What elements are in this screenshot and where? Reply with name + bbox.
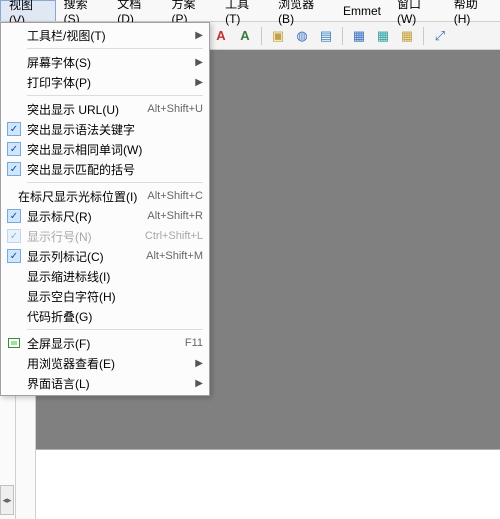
check-icon bbox=[5, 121, 23, 137]
menu-project[interactable]: 方案(P) bbox=[163, 0, 217, 21]
menu-icon-placeholder bbox=[5, 268, 23, 284]
menu-separator bbox=[27, 95, 203, 96]
menu-separator bbox=[27, 182, 203, 183]
menu-window[interactable]: 窗口(W) bbox=[389, 0, 446, 21]
menu-separator bbox=[27, 48, 203, 49]
menu-shortcut: Alt+Shift+C bbox=[137, 190, 203, 202]
bg-color-icon[interactable]: A bbox=[234, 25, 256, 47]
menu-item-label: 全屏显示(F) bbox=[27, 335, 175, 352]
menu-label: Emmet bbox=[343, 4, 381, 18]
zoom-icon[interactable]: ⤢ bbox=[429, 25, 451, 47]
editor-bottom-panel bbox=[36, 449, 500, 519]
menu-item-label: 界面语言(L) bbox=[27, 375, 189, 392]
font-color-icon[interactable]: A bbox=[210, 25, 232, 47]
submenu-arrow-icon: ▶ bbox=[189, 77, 203, 88]
gutter-scroll-buttons[interactable]: ◂▸ bbox=[0, 485, 14, 515]
menu-item-label: 显示行号(N) bbox=[27, 228, 135, 245]
menu-emmet[interactable]: Emmet bbox=[335, 0, 389, 21]
menu-icon-placeholder bbox=[5, 308, 23, 324]
menu-shortcut: F11 bbox=[175, 337, 203, 349]
menu-icon-placeholder bbox=[5, 27, 23, 43]
toolbar-separator bbox=[261, 27, 262, 45]
menu-highlight-syntax[interactable]: 突出显示语法关键字 bbox=[1, 119, 209, 139]
menu-show-line-numbers[interactable]: 显示行号(N) Ctrl+Shift+L bbox=[1, 226, 209, 246]
window-blue-icon[interactable]: ▦ bbox=[348, 25, 370, 47]
menu-item-label: 突出显示 URL(U) bbox=[27, 101, 137, 118]
menu-screen-font[interactable]: 屏幕字体(S) ▶ bbox=[1, 52, 209, 72]
menu-label: 帮助(H) bbox=[454, 0, 492, 26]
check-icon bbox=[5, 208, 23, 224]
menu-icon-placeholder bbox=[5, 54, 23, 70]
menu-icon-placeholder bbox=[5, 288, 23, 304]
menu-item-label: 显示空白字符(H) bbox=[27, 288, 203, 305]
menu-view[interactable]: 视图(V) bbox=[0, 0, 56, 21]
submenu-arrow-icon: ▶ bbox=[189, 30, 203, 41]
menu-shortcut: Alt+Shift+R bbox=[137, 210, 203, 222]
check-icon bbox=[5, 248, 23, 264]
menu-item-label: 突出显示相同单词(W) bbox=[27, 141, 203, 158]
menu-item-label: 显示缩进标线(I) bbox=[27, 268, 203, 285]
menu-shortcut: Ctrl+Shift+L bbox=[135, 230, 203, 242]
menu-highlight-url[interactable]: 突出显示 URL(U) Alt+Shift+U bbox=[1, 99, 209, 119]
menu-browser[interactable]: 浏览器(B) bbox=[270, 0, 335, 21]
view-dropdown: 工具栏/视图(T) ▶ 屏幕字体(S) ▶ 打印字体(P) ▶ 突出显示 URL… bbox=[0, 22, 210, 396]
menu-search[interactable]: 搜索(S) bbox=[56, 0, 110, 21]
menu-shortcut: Alt+Shift+U bbox=[137, 103, 203, 115]
window-teal-icon[interactable]: ▦ bbox=[372, 25, 394, 47]
menu-item-label: 显示列标记(C) bbox=[27, 248, 136, 265]
menu-fullscreen[interactable]: 全屏显示(F) F11 bbox=[1, 333, 209, 353]
menu-toolbar-view[interactable]: 工具栏/视图(T) ▶ bbox=[1, 25, 209, 45]
window-yellow-icon[interactable]: ▦ bbox=[396, 25, 418, 47]
menu-document[interactable]: 文档(D) bbox=[109, 0, 163, 21]
submenu-arrow-icon: ▶ bbox=[189, 378, 203, 389]
menu-icon-placeholder bbox=[5, 355, 23, 371]
menu-item-label: 用浏览器查看(E) bbox=[27, 355, 189, 372]
menu-view-in-browser[interactable]: 用浏览器查看(E) ▶ bbox=[1, 353, 209, 373]
menu-item-label: 突出显示语法关键字 bbox=[27, 121, 203, 138]
check-icon bbox=[5, 228, 23, 244]
menu-icon-placeholder bbox=[5, 375, 23, 391]
menu-tools[interactable]: 工具(T) bbox=[217, 0, 270, 21]
submenu-arrow-icon: ▶ bbox=[189, 57, 203, 68]
screen-icon[interactable]: ▤ bbox=[315, 25, 337, 47]
check-icon bbox=[5, 161, 23, 177]
fullscreen-icon bbox=[5, 335, 23, 351]
menu-interface-language[interactable]: 界面语言(L) ▶ bbox=[1, 373, 209, 393]
menu-item-label: 显示标尺(R) bbox=[27, 208, 137, 225]
menu-label: 窗口(W) bbox=[397, 0, 438, 26]
menu-help[interactable]: 帮助(H) bbox=[446, 0, 500, 21]
menu-show-column-marker[interactable]: 显示列标记(C) Alt+Shift+M bbox=[1, 246, 209, 266]
check-icon bbox=[5, 141, 23, 157]
menu-separator bbox=[27, 329, 203, 330]
menu-print-font[interactable]: 打印字体(P) ▶ bbox=[1, 72, 209, 92]
menu-highlight-words[interactable]: 突出显示相同单词(W) bbox=[1, 139, 209, 159]
submenu-arrow-icon: ▶ bbox=[189, 358, 203, 369]
menu-item-label: 屏幕字体(S) bbox=[27, 54, 189, 71]
menu-label: 工具(T) bbox=[225, 0, 262, 26]
menubar: 视图(V) 搜索(S) 文档(D) 方案(P) 工具(T) 浏览器(B) Emm… bbox=[0, 0, 500, 22]
menu-show-ruler[interactable]: 显示标尺(R) Alt+Shift+R bbox=[1, 206, 209, 226]
menu-label: 浏览器(B) bbox=[278, 0, 327, 26]
menu-show-indent-guides[interactable]: 显示缩进标线(I) bbox=[1, 266, 209, 286]
menu-icon-placeholder bbox=[5, 101, 23, 117]
menu-item-label: 在标尺显示光标位置(I) bbox=[18, 188, 137, 205]
menu-icon-placeholder bbox=[5, 188, 14, 204]
menu-icon-placeholder bbox=[5, 74, 23, 90]
toolbar-separator bbox=[342, 27, 343, 45]
menu-item-label: 打印字体(P) bbox=[27, 74, 189, 91]
menu-shortcut: Alt+Shift+M bbox=[136, 250, 203, 262]
image-icon[interactable]: ▣ bbox=[267, 25, 289, 47]
menu-code-folding[interactable]: 代码折叠(G) bbox=[1, 306, 209, 326]
globe-icon[interactable]: ◍ bbox=[291, 25, 313, 47]
menu-item-label: 代码折叠(G) bbox=[27, 308, 203, 325]
menu-cursor-position[interactable]: 在标尺显示光标位置(I) Alt+Shift+C bbox=[1, 186, 209, 206]
menu-show-whitespace[interactable]: 显示空白字符(H) bbox=[1, 286, 209, 306]
menu-item-label: 突出显示匹配的括号 bbox=[27, 161, 203, 178]
toolbar-separator bbox=[423, 27, 424, 45]
menu-highlight-brackets[interactable]: 突出显示匹配的括号 bbox=[1, 159, 209, 179]
menu-item-label: 工具栏/视图(T) bbox=[27, 27, 189, 44]
